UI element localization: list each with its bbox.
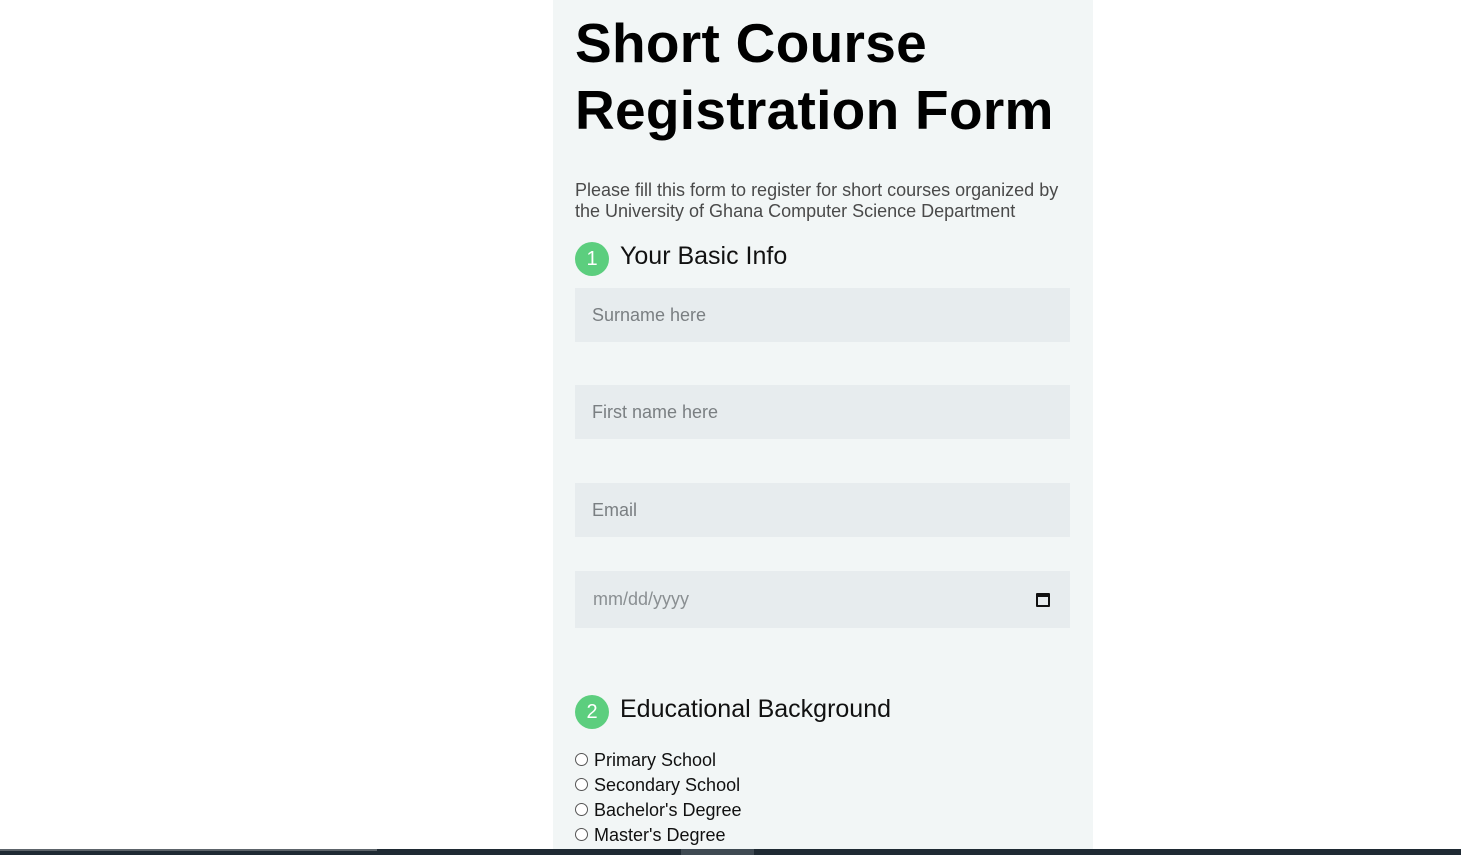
surname-input[interactable] [575,288,1070,342]
taskbar [0,849,1461,855]
taskbar-active-item[interactable] [681,849,754,855]
radio-option-primary-school[interactable]: Primary School [575,748,742,773]
radio-button[interactable] [575,752,588,766]
step-badge-2: 2 [575,695,609,729]
radio-option-secondary-school[interactable]: Secondary School [575,773,742,798]
radio-label: Secondary School [594,775,741,795]
form-intro: Please fill this form to register for sh… [575,180,1059,221]
email-input[interactable] [575,483,1070,537]
taskbar-segment [0,849,377,851]
date-of-birth-input[interactable]: mm/dd/yyyy [575,571,1070,628]
date-placeholder: mm/dd/yyyy [593,589,690,609]
radio-button[interactable] [575,777,588,791]
radio-option-masters-degree[interactable]: Master's Degree [575,823,742,848]
radio-label: Bachelor's Degree [594,800,742,820]
radio-button[interactable] [575,827,588,841]
section-title-educational-background: Educational Background [620,695,892,723]
calendar-icon[interactable] [1036,592,1050,607]
radio-button[interactable] [575,802,588,816]
step-badge-1: 1 [575,242,609,276]
radio-label: Primary School [594,750,717,770]
radio-label: Master's Degree [594,825,726,845]
section-basic-info: 1 Your Basic Info [575,242,1070,276]
section-title-basic-info: Your Basic Info [620,242,788,270]
education-options: Primary School Secondary School Bachelor… [575,748,742,848]
first-name-input[interactable] [575,385,1070,439]
section-educational-background: 2 Educational Background [575,695,891,729]
registration-form: Short Course Registration Form Please fi… [553,0,1093,855]
radio-option-bachelors-degree[interactable]: Bachelor's Degree [575,798,742,823]
page: Short Course Registration Form Please fi… [0,0,1461,855]
page-title: Short Course Registration Form [575,12,1054,141]
